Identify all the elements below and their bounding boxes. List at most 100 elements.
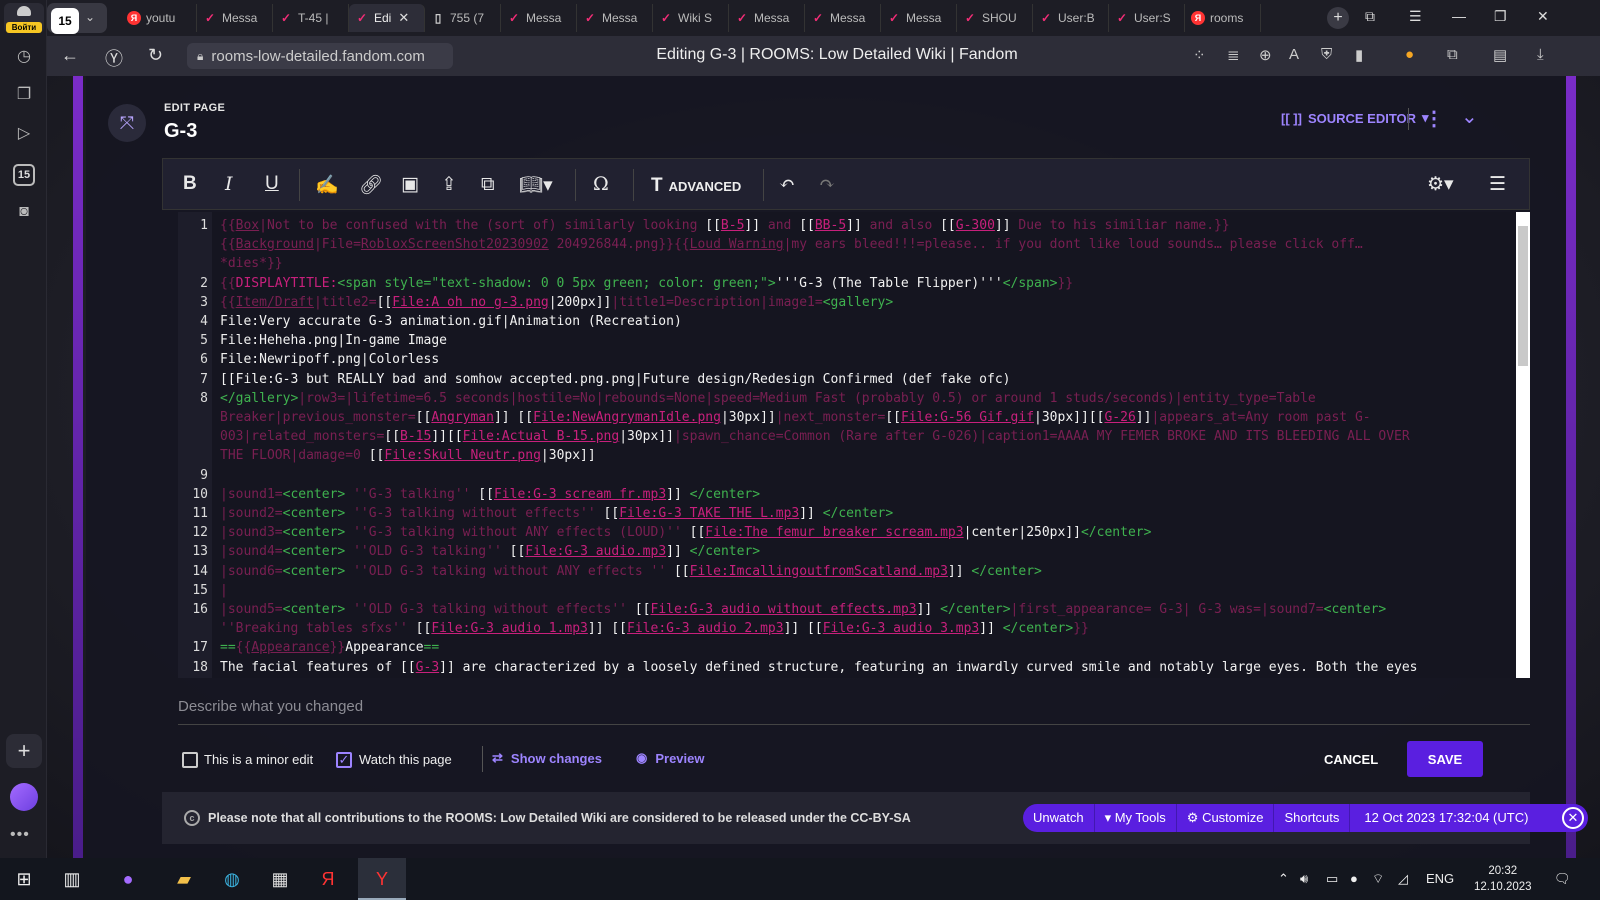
zoom-icon[interactable]: ⊕	[1259, 46, 1272, 64]
code-line[interactable]: |sound3=<center> ''G-3 talking without A…	[220, 525, 1510, 540]
code-line[interactable]: File:Heheha.png|In-game Image	[220, 333, 1510, 348]
yandex-browser-icon[interactable]: Y	[370, 867, 394, 891]
browser-tab[interactable]: ✓ User:S	[1109, 4, 1185, 32]
gallery-icon[interactable]: ⧉	[481, 173, 495, 195]
download-manager-icon[interactable]: ▤	[1493, 46, 1507, 64]
menu-icon[interactable]: ☰	[1489, 173, 1506, 195]
signature-icon[interactable]: ✍	[315, 173, 339, 196]
preview-button[interactable]: ◉ Preview	[636, 750, 705, 766]
unwatch-button[interactable]: Unwatch	[1023, 804, 1095, 832]
special-chars-icon[interactable]: Ω	[593, 173, 609, 195]
language-indicator[interactable]: ENG	[1426, 871, 1454, 886]
new-tab-button[interactable]: +	[1327, 7, 1349, 29]
alice-assistant-icon[interactable]	[10, 783, 38, 811]
image-icon[interactable]: ▣	[401, 173, 419, 195]
watch-page-checkbox[interactable]: ✓	[336, 752, 352, 768]
login-button[interactable]: Войти	[4, 3, 44, 33]
tab-group-button[interactable]: 15 ⌄	[47, 3, 107, 34]
browser-tab[interactable]: ✓ Messa	[197, 4, 273, 32]
code-line[interactable]: |sound4=<center> ''OLD G-3 talking'' [[F…	[220, 544, 1510, 559]
cancel-button[interactable]: CANCEL	[1324, 752, 1378, 767]
extension-icon[interactable]: ●	[1405, 46, 1414, 63]
browser-tab[interactable]: ✓ Messa	[805, 4, 881, 32]
wifi-icon[interactable]: ⌔	[1372, 871, 1384, 887]
code-line[interactable]: |sound6=<center> ''OLD G-3 talking witho…	[220, 564, 1510, 579]
code-line[interactable]: {{Box|Not to be confused with the (sort …	[220, 218, 1510, 233]
tray-chevron-icon[interactable]: ⌃	[1278, 871, 1289, 887]
more-options-icon[interactable]: ⋮	[1424, 106, 1444, 131]
code-line[interactable]: |sound2=<center> ''G-3 talking without e…	[220, 506, 1510, 521]
code-line[interactable]: File:Newripoff.png|Colorless	[220, 352, 1510, 367]
code-line[interactable]: 003|related_monsters=[[B-15]][[File:Actu…	[220, 429, 1510, 444]
download-icon[interactable]: ⤓	[1537, 46, 1544, 63]
bookmark-icon[interactable]: ▮	[1355, 46, 1363, 64]
close-toolbar-icon[interactable]: ✕	[1562, 807, 1584, 829]
browser-tab[interactable]: ▯ 755 (7	[425, 4, 501, 32]
network-icon[interactable]: ◿	[1398, 871, 1408, 887]
italic-icon[interactable]: I	[225, 173, 233, 195]
history-icon[interactable]: ◷	[8, 40, 40, 72]
code-line[interactable]: |sound5=<center> ''OLD G-3 talking witho…	[220, 602, 1510, 617]
shortcuts-button[interactable]: Shortcuts	[1274, 804, 1351, 832]
video-icon[interactable]: ▷	[8, 117, 40, 149]
show-changes-button[interactable]: ⇄ Show changes	[492, 750, 602, 766]
source-editor-dropdown[interactable]: [[ ]] SOURCE EDITOR ▾	[1281, 110, 1429, 126]
screenshot-icon[interactable]: ◙	[8, 196, 40, 228]
edge-icon[interactable]: ◍	[220, 867, 244, 891]
underline-icon[interactable]: U	[265, 173, 279, 195]
settings-icon[interactable]: ⚙▾	[1427, 173, 1454, 195]
battery-icon[interactable]: ▭	[1326, 871, 1338, 887]
browser-tab[interactable]: ✓ Messa	[501, 4, 577, 32]
browser-tab[interactable]: ✓ Wiki S	[653, 4, 729, 32]
tabs-menu-icon[interactable]: ⧉	[1365, 8, 1375, 25]
code-line[interactable]: *dies*}}	[220, 256, 1510, 271]
add-panel-button[interactable]: +	[6, 734, 42, 768]
undo-icon[interactable]: ↶	[779, 173, 795, 195]
protect-icon[interactable]: ⛨	[1321, 46, 1332, 63]
expand-icon[interactable]: ⤧	[108, 104, 146, 142]
edit-summary-input[interactable]: Describe what you changed	[178, 698, 363, 715]
collections-icon[interactable]: ❐	[8, 78, 40, 110]
store-icon[interactable]: ▦	[268, 867, 292, 891]
browser-tab[interactable]: ✓ SHOU	[957, 4, 1033, 32]
code-line[interactable]: |	[220, 583, 1510, 598]
apps-icon[interactable]: ⁘	[1193, 46, 1206, 64]
browser-tab[interactable]: ✓ Messa	[577, 4, 653, 32]
scrollbar[interactable]	[1516, 212, 1530, 678]
browser-menu-icon[interactable]: ☰	[1409, 8, 1422, 25]
system-clock[interactable]: 20:32 12.10.2023	[1474, 863, 1532, 895]
browser-tab[interactable]: ✓ T-45 |	[273, 4, 349, 32]
url-field[interactable]: 🔒︎ rooms-low-detailed.fandom.com	[187, 43, 453, 69]
task-view-icon[interactable]: ▥	[60, 867, 84, 891]
browser-tab[interactable]: Яrooms	[1185, 4, 1261, 32]
browser-tab[interactable]: ✓ Edi ✕	[349, 4, 425, 32]
minor-edit-checkbox[interactable]	[182, 752, 198, 768]
translate-icon[interactable]: A	[1289, 46, 1299, 63]
source-code-area[interactable]: 1 {{Box|Not to be confused with the (sort…	[178, 212, 1530, 678]
browser-tab[interactable]: ✓ User:B	[1033, 4, 1109, 32]
tab-count-icon[interactable]: 15	[13, 164, 35, 186]
browser-tab[interactable]: Яyoutu	[121, 4, 197, 32]
code-line[interactable]: {{DISPLAYTITLE:<span style="text-shadow:…	[220, 276, 1510, 291]
code-line[interactable]: {{Item/Draft|title2=[[File:A oh no g-3.p…	[220, 295, 1510, 310]
upload-icon[interactable]: ⇪	[441, 173, 457, 195]
code-line[interactable]: File:Very accurate G-3 animation.gif|Ani…	[220, 314, 1510, 329]
restore-icon[interactable]: ❐	[1494, 8, 1507, 25]
bold-icon[interactable]: B	[183, 173, 197, 195]
collapse-icon[interactable]: ⌄	[1461, 104, 1478, 129]
code-line[interactable]: =={{Appearance}}Appearance==	[220, 640, 1510, 655]
mic-icon[interactable]: ●	[1350, 871, 1358, 886]
code-line[interactable]: Breaker|previous_monster=[[Angryman]] [[…	[220, 410, 1510, 425]
alice-icon[interactable]: ●	[116, 867, 140, 891]
back-icon[interactable]: ←	[61, 45, 79, 66]
close-tab-icon[interactable]: ✕	[398, 10, 409, 26]
browser-tab[interactable]: ✓ Messa	[881, 4, 957, 32]
scrollbar-thumb[interactable]	[1518, 226, 1528, 366]
volume-icon[interactable]: 🔊︎	[1300, 871, 1308, 887]
advanced-button[interactable]: T ADVANCED	[651, 175, 741, 197]
code-line[interactable]: </gallery>|row3=|lifetime=6.5 seconds|ho…	[220, 391, 1510, 406]
browser-tab[interactable]: ✓ Messa	[729, 4, 805, 32]
yandex-home-icon[interactable]: Ⓨ	[105, 45, 123, 71]
reader-icon[interactable]: ≣	[1227, 46, 1240, 64]
code-line[interactable]: The facial features of [[G-3]] are chara…	[220, 660, 1510, 675]
